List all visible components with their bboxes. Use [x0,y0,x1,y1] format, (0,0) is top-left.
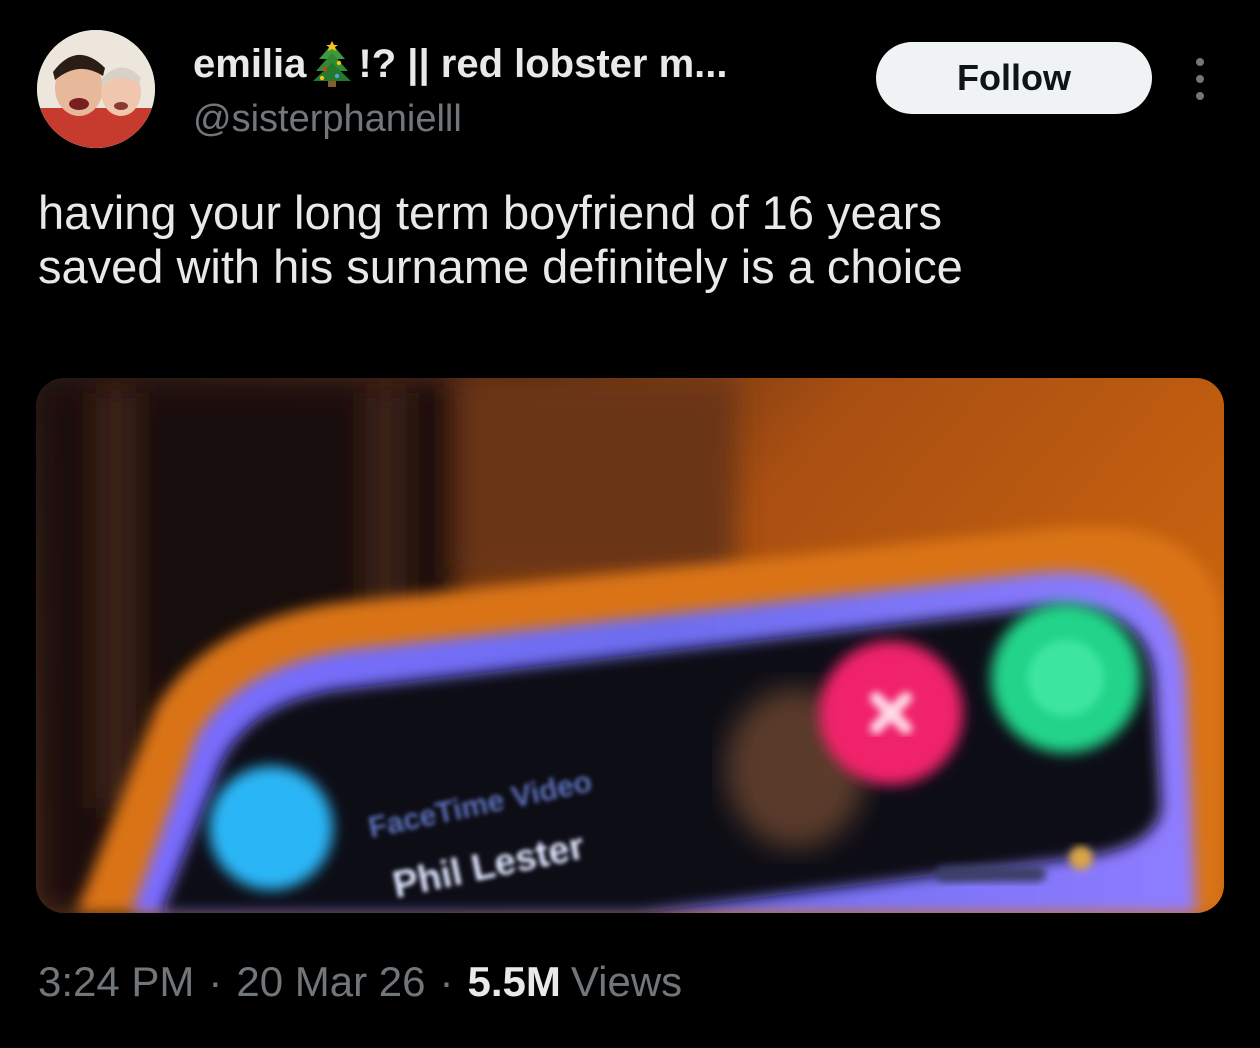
separator: · [208,958,223,1005]
tweet-text-line: having your long term boyfriend of 16 ye… [38,186,942,239]
avatar[interactable] [37,30,155,148]
display-name-suffix: !? || red lobster m... [358,41,728,86]
tweet-media-image[interactable]: FaceTime Video Phil Lester [36,378,1224,913]
views-count: 5.5M [467,958,561,1005]
tweet-time[interactable]: 3:24 PM [38,958,194,1006]
christmas-tree-icon [310,41,354,87]
views-label: Views [570,958,683,1005]
user-handle[interactable]: @sisterphanielll [193,98,462,141]
tweet-date[interactable]: 20 Mar 26 [236,958,425,1006]
blurred-facetime-call-photo: FaceTime Video Phil Lester [36,378,1224,913]
more-options-icon[interactable] [1183,58,1217,100]
avatar-photo [37,30,155,148]
display-name-prefix: emilia [193,41,307,86]
separator: · [439,958,454,1005]
tweet-meta: 3:24 PM · 20 Mar 26 · 5.5M Views [38,958,682,1006]
display-name[interactable]: emilia !? || red lobster m... [193,38,728,90]
tweet-text: having your long term boyfriend of 16 ye… [38,186,1228,294]
follow-button[interactable]: Follow [876,42,1152,114]
tweet-text-line: saved with his surname definitely is a c… [38,240,963,293]
